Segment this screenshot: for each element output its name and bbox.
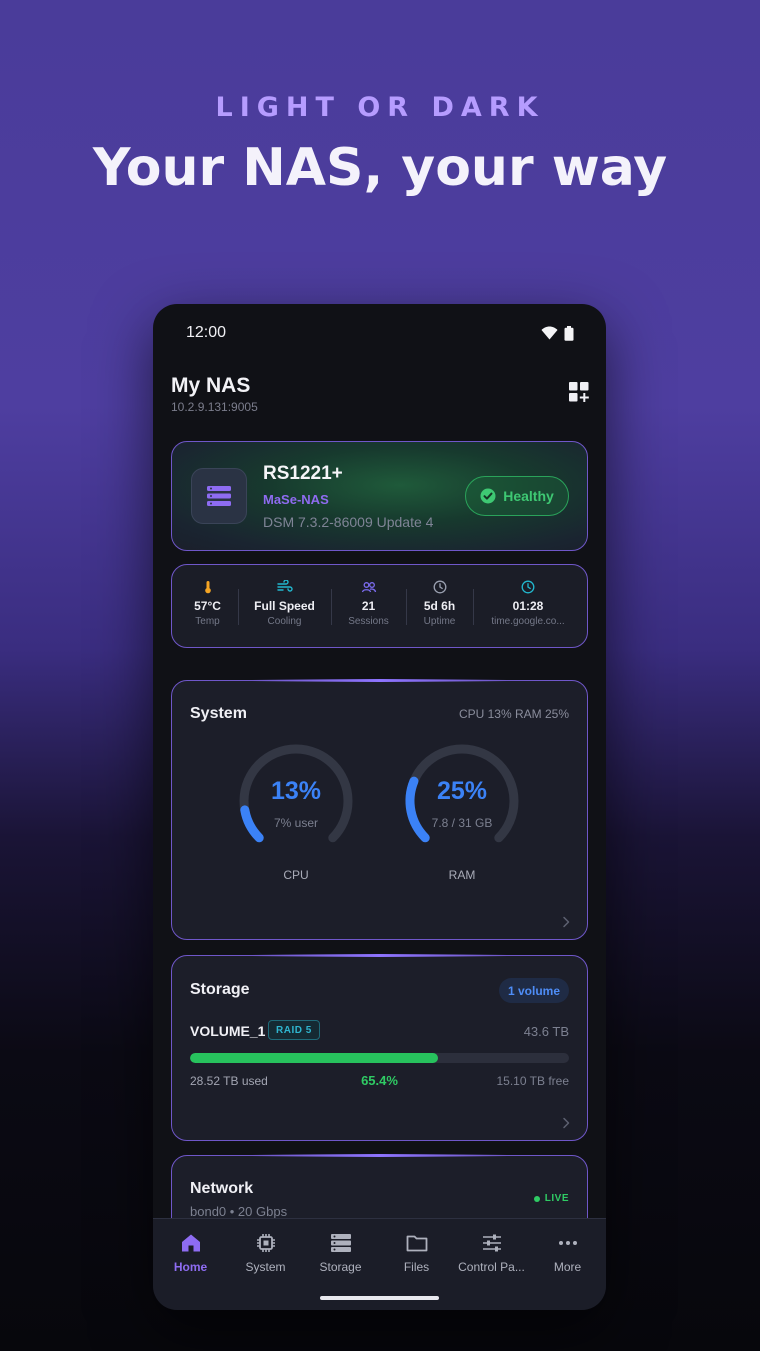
ram-label: RAM [448,868,476,882]
nav-label: More [553,1260,582,1274]
stat-time-sync: 01:28 time.google.co... [474,565,582,649]
promo-eyebrow: LIGHT OR DARK [215,92,545,123]
nav-control-panel[interactable]: Control Pa... [454,1231,529,1281]
stat-label: Sessions [348,616,389,627]
cpu-label: CPU [283,868,309,882]
nav-home[interactable]: Home [153,1231,228,1281]
check-circle-icon [480,488,496,504]
health-status-badge[interactable]: Healthy [465,476,569,516]
ram-gauge: 25% 7.8 / 31 GB [402,743,522,863]
dsm-version: DSM 7.3.2-86009 Update 4 [263,514,434,530]
more-icon [558,1241,577,1245]
app-header: My NAS 10.2.9.131:9005 [171,374,590,420]
nav-label: Files [403,1260,430,1274]
bottom-navigation: Home System Storage Files Control Pa... … [153,1218,606,1310]
stat-value: Full Speed [254,599,315,613]
chip-icon [256,1234,275,1252]
stat-uptime: 5d 6h Uptime [407,565,472,649]
nav-label: System [245,1260,286,1274]
nas-address: 10.2.9.131:9005 [171,400,258,414]
stat-value: 21 [361,599,376,613]
sync-clock-icon [521,580,535,594]
device-name: MaSe-NAS [263,492,329,507]
stat-label: Cooling [267,616,302,627]
stat-label: Temp [195,616,220,627]
clock-icon [433,580,446,594]
network-title: Network [190,1180,254,1197]
health-label: Healthy [503,488,554,504]
storage-title: Storage [190,981,250,998]
device-card[interactable]: RS1221+ MaSe-NAS DSM 7.3.2-86009 Update … [171,441,588,551]
battery-icon [564,325,574,341]
cpu-detail: 7% user [273,816,319,830]
card-glow [252,1154,507,1157]
network-interface: bond0 • 20 Gbps [190,1204,288,1219]
stat-cooling: Full Speed Cooling [239,565,330,649]
card-glow [252,679,507,682]
ram-percent: 25% [436,777,488,805]
home-icon [181,1234,200,1252]
volume-name: VOLUME_1 [190,1023,266,1039]
app-title: My NAS [171,374,251,397]
server-icon [207,486,231,506]
fan-icon [276,580,293,592]
stat-temp: 57°C Temp [176,565,239,649]
status-time: 12:00 [186,324,227,341]
sliders-icon [482,1234,501,1252]
live-label: LIVE [544,1193,569,1204]
stat-value: 01:28 [512,599,544,613]
system-title: System [190,705,247,722]
storage-card[interactable]: Storage 1 volume VOLUME_1 RAID 5 43.6 TB… [171,954,588,1141]
chevron-right-icon[interactable] [559,1116,573,1130]
device-model: RS1221+ [263,463,343,484]
volume-free: 15.10 TB free [496,1074,570,1088]
folder-icon [406,1235,427,1252]
nav-label: Home [173,1260,208,1274]
stat-label: time.google.co... [491,616,565,627]
stat-sessions: 21 Sessions [332,565,405,649]
quick-stats-card: 57°C Temp Full Speed Cooling 21 Sessions [171,564,588,648]
stat-label: Uptime [423,616,456,627]
add-widget-icon[interactable] [568,381,590,403]
stat-value: 5d 6h [423,599,456,613]
nav-system[interactable]: System [228,1231,303,1281]
volume-usage-bar [190,1053,569,1063]
cpu-percent: 13% [270,777,322,805]
status-bar: 12:00 [153,304,606,362]
promo-title: Your NAS, your way [92,138,668,198]
storage-icon [330,1234,351,1252]
card-glow [252,954,507,957]
nav-storage[interactable]: Storage [303,1231,378,1281]
stat-value: 57°C [194,599,221,613]
nav-files[interactable]: Files [379,1231,454,1281]
device-icon-box [191,468,247,524]
wifi-icon [541,326,558,340]
status-icons [541,325,574,341]
system-card[interactable]: System CPU 13% RAM 25% 13% 7% user CPU 2… [171,679,588,940]
nav-label: Storage [319,1260,362,1274]
users-icon [361,582,376,593]
thermometer-icon [204,581,211,594]
home-indicator[interactable] [320,1296,439,1300]
raid-badge: RAID 5 [268,1020,320,1040]
volume-size: 43.6 TB [523,1024,569,1039]
cpu-gauge: 13% 7% user [236,743,356,863]
live-badge: LIVE [533,1193,569,1204]
live-dot [533,1195,540,1202]
chevron-right-icon[interactable] [559,915,573,929]
volume-usage-fill [190,1053,438,1063]
nav-label: Control Pa... [458,1260,525,1274]
phone-screen: 12:00 My NAS 10.2.9.131:9005 RS1221+ MaS… [153,304,606,1310]
system-summary: CPU 13% RAM 25% [458,707,569,721]
ram-detail: 7.8 / 31 GB [431,816,493,830]
volume-count-badge: 1 volume [498,978,569,1003]
nav-more[interactable]: More [530,1231,605,1281]
